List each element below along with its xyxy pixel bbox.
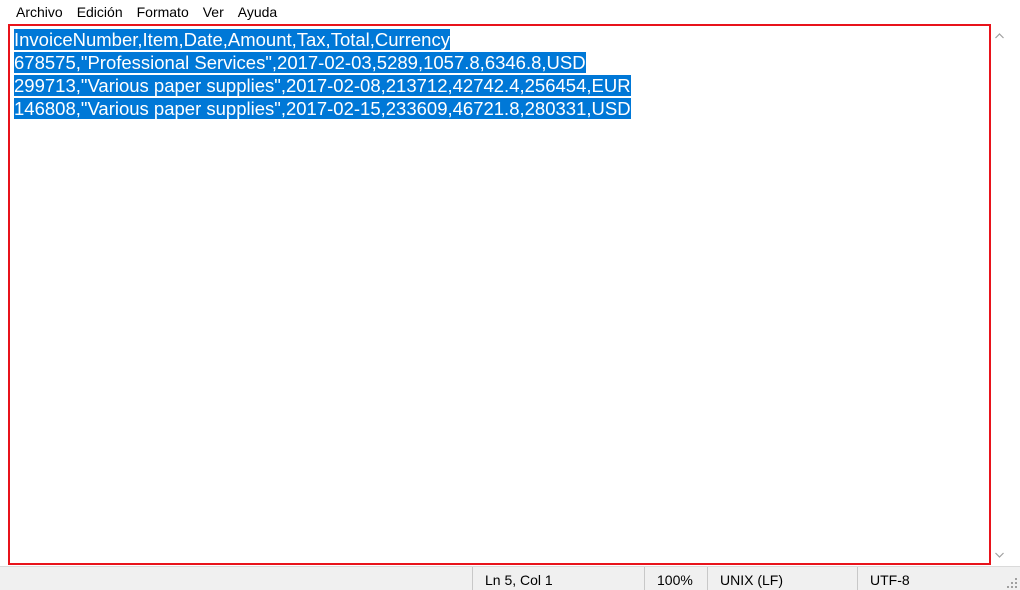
vertical-scrollbar[interactable] — [991, 24, 1008, 565]
chevron-down-icon[interactable] — [991, 546, 1008, 563]
menu-edicion[interactable]: Edición — [70, 0, 130, 24]
selected-text: InvoiceNumber,Item,Date,Amount,Tax,Total… — [14, 29, 450, 50]
status-zoom: 100% — [644, 567, 707, 590]
editor-text[interactable]: InvoiceNumber,Item,Date,Amount,Tax,Total… — [14, 28, 631, 120]
status-bar: Ln 5, Col 1 100% UNIX (LF) UTF-8 — [0, 566, 1020, 590]
editor-line: InvoiceNumber,Item,Date,Amount,Tax,Total… — [14, 28, 631, 51]
menu-bar: Archivo Edición Formato Ver Ayuda — [0, 0, 1020, 24]
selected-text: 299713,"Various paper supplies",2017-02-… — [14, 75, 631, 96]
status-cursor-position: Ln 5, Col 1 — [472, 567, 644, 590]
status-line-ending: UNIX (LF) — [707, 567, 857, 590]
menu-ver[interactable]: Ver — [196, 0, 231, 24]
chevron-up-icon[interactable] — [991, 27, 1008, 44]
resize-grip-icon[interactable] — [1006, 576, 1018, 588]
editor-line: 678575,"Professional Services",2017-02-0… — [14, 51, 631, 74]
menu-formato[interactable]: Formato — [130, 0, 196, 24]
editor-line: 299713,"Various paper supplies",2017-02-… — [14, 74, 631, 97]
menu-ayuda[interactable]: Ayuda — [231, 0, 284, 24]
selected-text: 146808,"Various paper supplies",2017-02-… — [14, 98, 631, 119]
menu-archivo[interactable]: Archivo — [9, 0, 70, 24]
notepad-window: Archivo Edición Formato Ver Ayuda Invoic… — [0, 0, 1020, 590]
window-edge — [1008, 24, 1020, 565]
selected-text: 678575,"Professional Services",2017-02-0… — [14, 52, 586, 73]
status-encoding: UTF-8 — [857, 567, 1007, 590]
editor-line: 146808,"Various paper supplies",2017-02-… — [14, 97, 631, 120]
text-editor[interactable]: InvoiceNumber,Item,Date,Amount,Tax,Total… — [8, 24, 991, 565]
